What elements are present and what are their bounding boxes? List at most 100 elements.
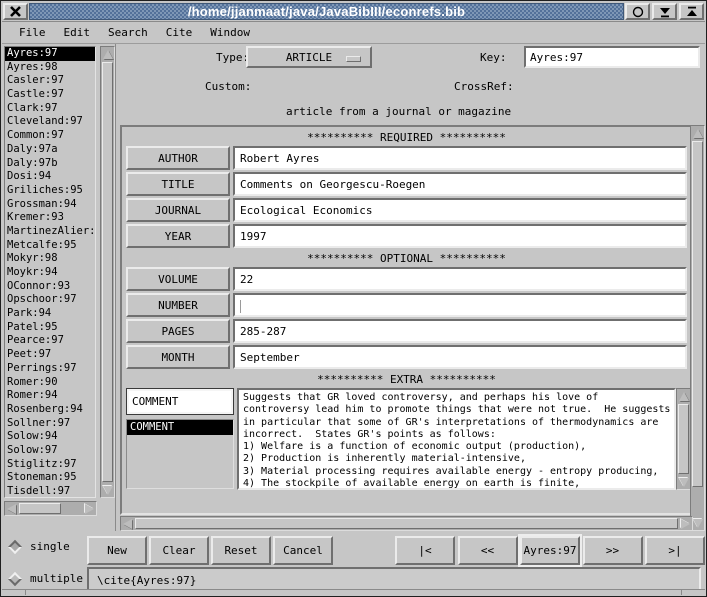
- scroll-up-icon[interactable]: [677, 389, 690, 403]
- reset-button[interactable]: Reset: [211, 536, 271, 565]
- field-input-number[interactable]: [233, 293, 687, 317]
- entry-list-item[interactable]: Ayres:98: [5, 61, 95, 75]
- entry-list-item[interactable]: Patel:95: [5, 321, 95, 335]
- field-input-journal[interactable]: Ecological Economics: [233, 198, 687, 222]
- radio-diamond-icon: [8, 571, 22, 585]
- entry-list-item[interactable]: Solow:94: [5, 430, 95, 444]
- scroll-down-icon[interactable]: [677, 475, 690, 489]
- scroll-up-icon[interactable]: [101, 47, 114, 61]
- entry-list-item[interactable]: OConnor:93: [5, 280, 95, 294]
- field-label-button-journal[interactable]: JOURNAL: [126, 198, 230, 222]
- nav-prev-button[interactable]: <<: [458, 536, 518, 565]
- entry-list-horizontal-scrollbar[interactable]: [4, 501, 97, 516]
- scrollbar-thumb[interactable]: [678, 404, 689, 474]
- entry-list-item[interactable]: Park:94: [5, 307, 95, 321]
- entry-list-item[interactable]: Sollner:97: [5, 417, 95, 431]
- mode-radio-single[interactable]: single: [6, 540, 70, 553]
- entry-list-item[interactable]: Mokyr:98: [5, 252, 95, 266]
- scroll-left-icon[interactable]: [5, 502, 18, 515]
- entry-list-item[interactable]: Stoneman:95: [5, 471, 95, 485]
- window-menu-circle-icon[interactable]: [625, 3, 650, 20]
- mode-radio-multiple[interactable]: multiple: [6, 572, 83, 585]
- entry-list: Ayres:97Ayres:98Casler:97Castle:97Clark:…: [4, 46, 96, 498]
- required-fields: AUTHORRobert AyresTITLEComments on Georg…: [122, 146, 691, 248]
- field-input-month[interactable]: September: [233, 345, 687, 369]
- entry-list-item[interactable]: Cleveland:97: [5, 115, 95, 129]
- scroll-right-icon[interactable]: [679, 517, 692, 530]
- keyword-input[interactable]: COMMENT: [126, 388, 234, 415]
- entry-list-item[interactable]: Griliches:95: [5, 184, 95, 198]
- keyword-list-item[interactable]: COMMENT: [127, 420, 233, 435]
- type-dropdown[interactable]: ARTICLE: [246, 46, 372, 68]
- entry-list-vertical-scrollbar[interactable]: [100, 46, 115, 498]
- field-input-pages[interactable]: 285-287: [233, 319, 687, 343]
- field-row: MONTHSeptember: [126, 345, 687, 369]
- entry-list-item[interactable]: Castle:97: [5, 88, 95, 102]
- entry-list-item[interactable]: Grossman:94: [5, 198, 95, 212]
- entry-list-item[interactable]: Peet:97: [5, 348, 95, 362]
- nav-first-button[interactable]: |<: [395, 536, 455, 565]
- clear-button[interactable]: Clear: [149, 536, 209, 565]
- extra-fields: COMMENT COMMENT Suggests that GR loved c…: [126, 388, 687, 490]
- scroll-right-icon[interactable]: [83, 502, 96, 515]
- crossref-label: CrossRef:: [454, 80, 514, 93]
- new-button[interactable]: New: [87, 536, 147, 565]
- cancel-button[interactable]: Cancel: [273, 536, 333, 565]
- form-vertical-scrollbar[interactable]: [690, 125, 705, 531]
- entry-list-item[interactable]: Ayres:97: [5, 47, 95, 61]
- field-label-button-number[interactable]: NUMBER: [126, 293, 230, 317]
- menu-item-window[interactable]: Window: [201, 23, 259, 42]
- entry-list-item[interactable]: Metcalfe:95: [5, 239, 95, 253]
- field-input-year[interactable]: 1997: [233, 224, 687, 248]
- scrollbar-thumb[interactable]: [102, 62, 113, 482]
- entry-list-item[interactable]: Rosenberg:94: [5, 403, 95, 417]
- entry-list-item[interactable]: Pearce:97: [5, 334, 95, 348]
- window-resize-frame[interactable]: [2, 589, 705, 595]
- entry-list-item[interactable]: Daly:97b: [5, 157, 95, 171]
- field-label-button-month[interactable]: MONTH: [126, 345, 230, 369]
- entry-list-item[interactable]: Common:97: [5, 129, 95, 143]
- entry-list-item[interactable]: Romer:94: [5, 389, 95, 403]
- entry-list-item[interactable]: Moykr:94: [5, 266, 95, 280]
- type-value: ARTICLE: [286, 51, 332, 64]
- field-input-author[interactable]: Robert Ayres: [233, 146, 687, 170]
- scroll-left-icon[interactable]: [121, 517, 134, 530]
- maximize-icon[interactable]: [679, 3, 704, 20]
- entry-list-item[interactable]: Romer:90: [5, 376, 95, 390]
- menu-item-search[interactable]: Search: [99, 23, 157, 42]
- menu-item-edit[interactable]: Edit: [55, 23, 100, 42]
- entry-list-item[interactable]: Casler:97: [5, 74, 95, 88]
- menu-item-file[interactable]: File: [10, 23, 55, 42]
- comment-textarea[interactable]: Suggests that GR loved controversy, and …: [237, 388, 676, 490]
- field-input-title[interactable]: Comments on Georgescu-Roegen: [233, 172, 687, 196]
- scrollbar-thumb[interactable]: [135, 518, 678, 529]
- scrollbar-thumb[interactable]: [19, 503, 61, 514]
- entry-list-item[interactable]: MartinezAlier:97: [5, 225, 95, 239]
- nav-last-button[interactable]: >|: [645, 536, 705, 565]
- field-label-button-volume[interactable]: VOLUME: [126, 267, 230, 291]
- nav-next-button[interactable]: >>: [583, 536, 643, 565]
- field-label-button-pages[interactable]: PAGES: [126, 319, 230, 343]
- key-input[interactable]: Ayres:97: [524, 46, 700, 68]
- entry-list-item[interactable]: Perrings:97: [5, 362, 95, 376]
- field-label-button-year[interactable]: YEAR: [126, 224, 230, 248]
- form-horizontal-scrollbar[interactable]: [120, 516, 693, 531]
- entry-list-item[interactable]: Daly:97a: [5, 143, 95, 157]
- entry-list-item[interactable]: Dosi:94: [5, 170, 95, 184]
- iconify-icon[interactable]: [652, 3, 677, 20]
- entry-list-item[interactable]: Clark:97: [5, 102, 95, 116]
- menu-item-cite[interactable]: Cite: [157, 23, 202, 42]
- entry-list-item[interactable]: Kremer:93: [5, 211, 95, 225]
- entry-list-item[interactable]: Solow:97: [5, 444, 95, 458]
- scroll-down-icon[interactable]: [101, 483, 114, 497]
- close-icon[interactable]: [3, 3, 28, 20]
- entry-list-item[interactable]: Opschoor:97: [5, 293, 95, 307]
- scrollbar-thumb[interactable]: [692, 141, 703, 487]
- nav-current-entry[interactable]: Ayres:97: [520, 536, 580, 565]
- field-input-volume[interactable]: 22: [233, 267, 687, 291]
- scroll-up-icon[interactable]: [691, 126, 704, 140]
- entry-list-item[interactable]: Stiglitz:97: [5, 458, 95, 472]
- field-label-button-author[interactable]: AUTHOR: [126, 146, 230, 170]
- field-label-button-title[interactable]: TITLE: [126, 172, 230, 196]
- entry-list-item[interactable]: Tisdell:97: [5, 485, 95, 498]
